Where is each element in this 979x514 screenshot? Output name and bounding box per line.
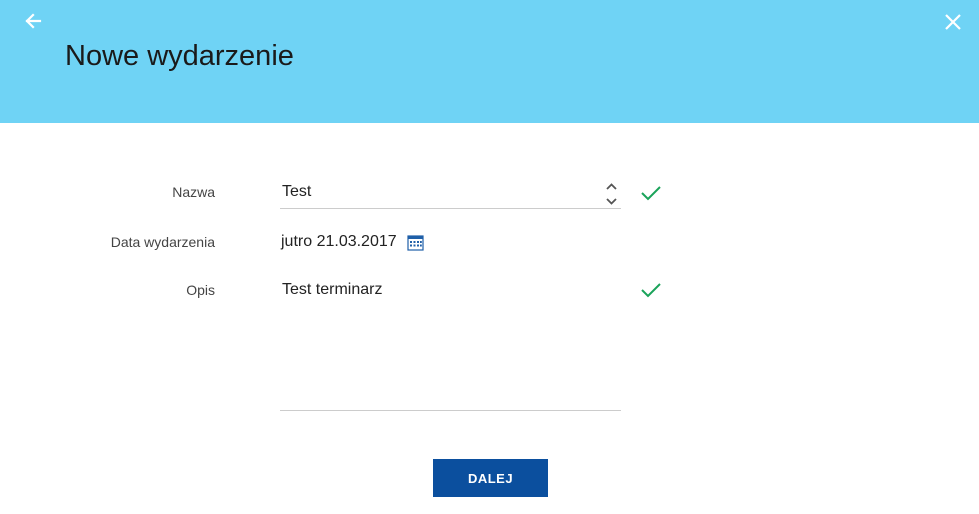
next-button[interactable]: DALEJ <box>433 459 548 497</box>
header-bar: Nowe wydarzenie <box>0 0 979 123</box>
name-stepper <box>602 180 621 208</box>
stepper-up-button[interactable] <box>602 180 621 194</box>
chevron-up-icon <box>606 183 617 190</box>
date-value[interactable]: jutro 21.03.2017 <box>281 233 397 251</box>
close-icon <box>945 14 961 30</box>
stepper-down-button[interactable] <box>602 194 621 208</box>
calendar-icon <box>407 235 424 251</box>
page-title: Nowe wydarzenie <box>65 40 294 72</box>
name-input[interactable] <box>280 178 600 206</box>
description-textarea[interactable]: Test terminarz <box>280 279 617 409</box>
name-label: Nazwa <box>172 184 215 200</box>
description-label: Opis <box>186 282 215 298</box>
check-icon <box>641 283 661 298</box>
arrow-left-icon <box>25 13 42 29</box>
chevron-down-icon <box>606 198 617 205</box>
description-underline <box>280 410 621 411</box>
name-underline <box>280 208 621 209</box>
date-label: Data wydarzenia <box>110 234 215 250</box>
back-button[interactable] <box>22 10 44 32</box>
new-event-dialog: Nowe wydarzenie Nazwa Data wydarzenia ju… <box>0 0 979 514</box>
description-valid-indicator <box>640 281 662 299</box>
close-button[interactable] <box>942 11 964 33</box>
name-valid-indicator <box>640 184 662 202</box>
check-icon <box>641 186 661 201</box>
calendar-button[interactable] <box>407 234 424 251</box>
